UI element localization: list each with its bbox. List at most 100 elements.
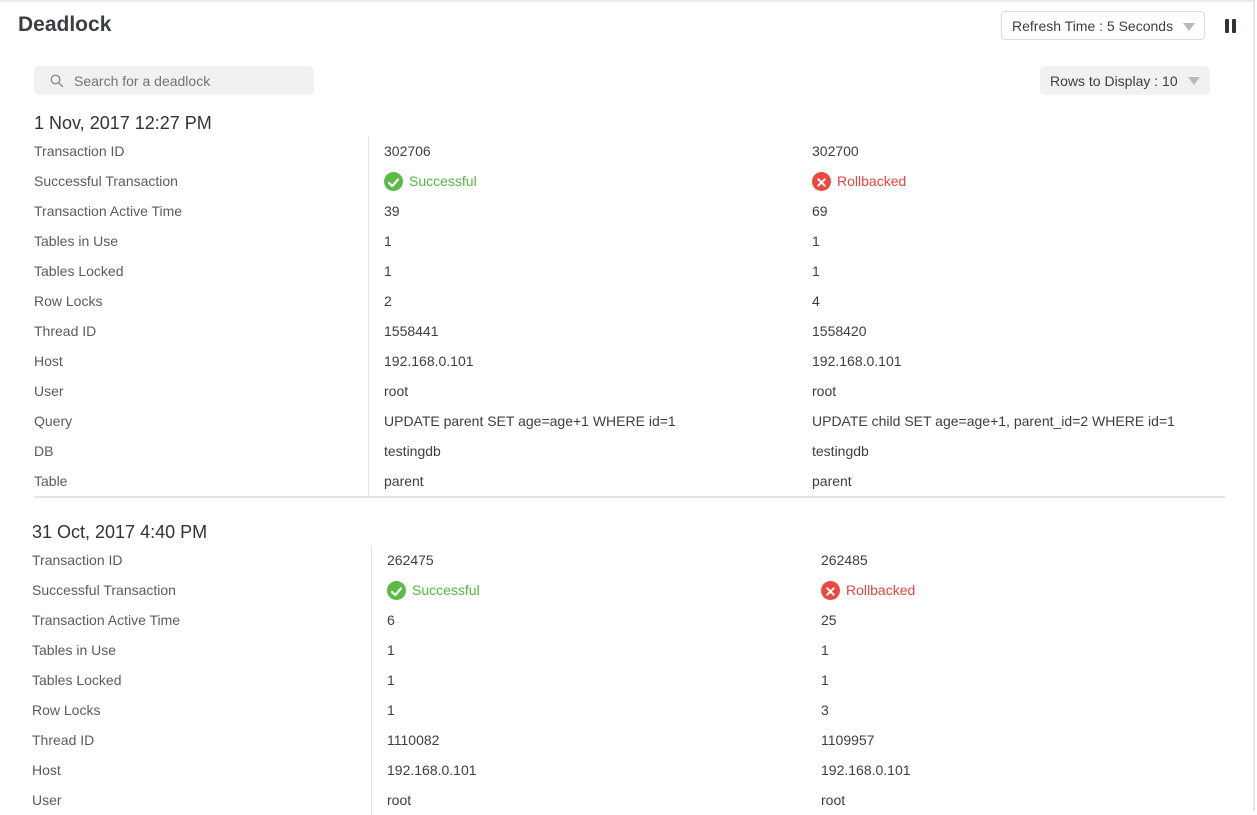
transaction-b-value: 1109957 <box>821 732 875 748</box>
detail-row: Tables Locked 1 1 <box>0 665 1250 695</box>
detail-row: Table parent parent <box>0 466 1250 496</box>
transaction-b-value: 262485 <box>821 552 868 568</box>
row-label: Row Locks <box>32 702 101 718</box>
detail-row: Tables in Use 1 1 <box>0 226 1250 256</box>
pause-bar-right <box>1232 19 1236 33</box>
transaction-a-value: testingdb <box>384 443 441 459</box>
detail-row: Successful Transaction Successful Rollback… <box>0 166 1250 196</box>
transaction-a-value: 1 <box>384 263 392 279</box>
detail-row: Tables Locked 1 1 <box>0 256 1250 286</box>
transaction-a-value: 1110082 <box>387 732 440 748</box>
transaction-a-value: UPDATE parent SET age=age+1 WHERE id=1 <box>384 413 676 429</box>
row-label: Tables in Use <box>32 642 117 658</box>
row-label: Host <box>34 353 63 369</box>
transaction-a-value: 1 <box>387 672 395 688</box>
transaction-a-value: 1 <box>387 702 395 718</box>
detail-row: Host 192.168.0.101 192.168.0.101 <box>0 346 1250 376</box>
transaction-b-value: 1 <box>821 642 829 658</box>
status-successful: Successful <box>384 166 477 196</box>
transaction-b-value: testingdb <box>812 443 869 459</box>
status-successful: Successful <box>387 575 480 605</box>
status-text: Rollbacked <box>846 582 916 598</box>
detail-row: Transaction Active Time 39 69 <box>0 196 1250 226</box>
row-label: Transaction Active Time <box>32 612 181 628</box>
row-label: Thread ID <box>34 323 97 339</box>
transaction-a-value: root <box>384 383 409 399</box>
chevron-down-icon <box>1188 77 1200 85</box>
x-circle-icon <box>821 580 840 600</box>
detail-row: User root root <box>0 376 1250 406</box>
block-separator <box>34 496 1225 498</box>
refresh-time-label: Refresh Time : 5 Seconds <box>1012 17 1174 34</box>
transaction-b-value: root <box>812 383 837 399</box>
row-label: Tables Locked <box>34 263 124 279</box>
x-circle-icon <box>812 171 831 191</box>
detail-row: Transaction Active Time 6 25 <box>0 605 1250 635</box>
detail-row: Thread ID 1110082 1109957 <box>0 725 1250 755</box>
row-label: Host <box>32 762 61 778</box>
chevron-down-icon <box>1183 23 1195 31</box>
transaction-a-value: Successful <box>387 575 480 605</box>
transaction-b-value: 25 <box>821 612 837 628</box>
transaction-a-value: 192.168.0.101 <box>387 762 477 778</box>
check-circle-icon <box>384 171 403 191</box>
transaction-b-value: 69 <box>812 203 828 219</box>
rows-to-display-label: Rows to Display : 10 <box>1050 72 1178 89</box>
page-title: Deadlock <box>18 13 112 36</box>
transaction-a-value: Successful <box>384 166 477 196</box>
row-label: Tables in Use <box>34 233 119 249</box>
transaction-a-value: 192.168.0.101 <box>384 353 474 369</box>
refresh-time-dropdown[interactable]: Refresh Time : 5 Seconds <box>1001 11 1205 40</box>
transaction-b-value: 1558420 <box>812 323 867 339</box>
transaction-b-value: 192.168.0.101 <box>821 762 911 778</box>
detail-row: Thread ID 1558441 1558420 <box>0 316 1250 346</box>
transaction-b-value: 3 <box>821 702 829 718</box>
transaction-a-value: 1558441 <box>384 323 439 339</box>
detail-row: Successful Transaction Successful Rollback… <box>0 575 1250 605</box>
transaction-b-value: UPDATE child SET age=age+1, parent_id=2 … <box>812 413 1175 429</box>
row-label: Transaction Active Time <box>34 203 183 219</box>
search-input[interactable] <box>72 71 296 90</box>
transaction-a-value: parent <box>384 473 424 489</box>
search-box[interactable] <box>34 66 314 95</box>
detail-row: DB testingdb testingdb <box>0 436 1250 466</box>
transaction-b-value: 4 <box>812 293 820 309</box>
transaction-a-value: 6 <box>387 612 395 628</box>
row-label: Thread ID <box>32 732 95 748</box>
transaction-a-value: 1 <box>384 233 392 249</box>
row-label: Transaction ID <box>34 143 125 159</box>
status-text: Successful <box>409 173 477 189</box>
row-label: Query <box>34 413 73 429</box>
pause-bar-left <box>1225 19 1229 33</box>
row-label: Tables Locked <box>32 672 122 688</box>
row-label: Transaction ID <box>32 552 123 568</box>
transaction-a-value: 262475 <box>387 552 434 568</box>
detail-row: Row Locks 1 3 <box>0 695 1250 725</box>
detail-row: Row Locks 2 4 <box>0 286 1250 316</box>
transaction-b-value: Rollbacked <box>812 166 906 196</box>
row-label: Successful Transaction <box>32 582 176 598</box>
transaction-b-value: 192.168.0.101 <box>812 353 902 369</box>
row-label: DB <box>34 443 54 459</box>
detail-row: Transaction ID 302706 302700 <box>0 136 1250 166</box>
row-label: Table <box>34 473 68 489</box>
detail-row: Transaction ID 262475 262485 <box>0 545 1250 575</box>
transaction-a-value: 39 <box>384 203 400 219</box>
check-circle-icon <box>387 580 406 600</box>
row-label: Successful Transaction <box>34 173 178 189</box>
transaction-b-value: 1 <box>812 233 820 249</box>
detail-row: Host 192.168.0.101 192.168.0.101 <box>0 755 1250 785</box>
transaction-b-value: 302700 <box>812 143 859 159</box>
transaction-b-value: parent <box>812 473 852 489</box>
transaction-a-value: 302706 <box>384 143 431 159</box>
status-rollbacked: Rollbacked <box>812 166 906 196</box>
pause-icon[interactable] <box>1225 19 1237 33</box>
transaction-b-value: 1 <box>812 263 820 279</box>
transaction-a-value: 1 <box>387 642 395 658</box>
status-rollbacked: Rollbacked <box>821 575 915 605</box>
deadlock-timestamp: 1 Nov, 2017 12:27 PM <box>34 113 212 133</box>
rows-to-display-dropdown[interactable]: Rows to Display : 10 <box>1040 66 1210 95</box>
status-text: Rollbacked <box>837 173 907 189</box>
transaction-b-value: Rollbacked <box>821 575 915 605</box>
row-label: User <box>34 383 64 399</box>
